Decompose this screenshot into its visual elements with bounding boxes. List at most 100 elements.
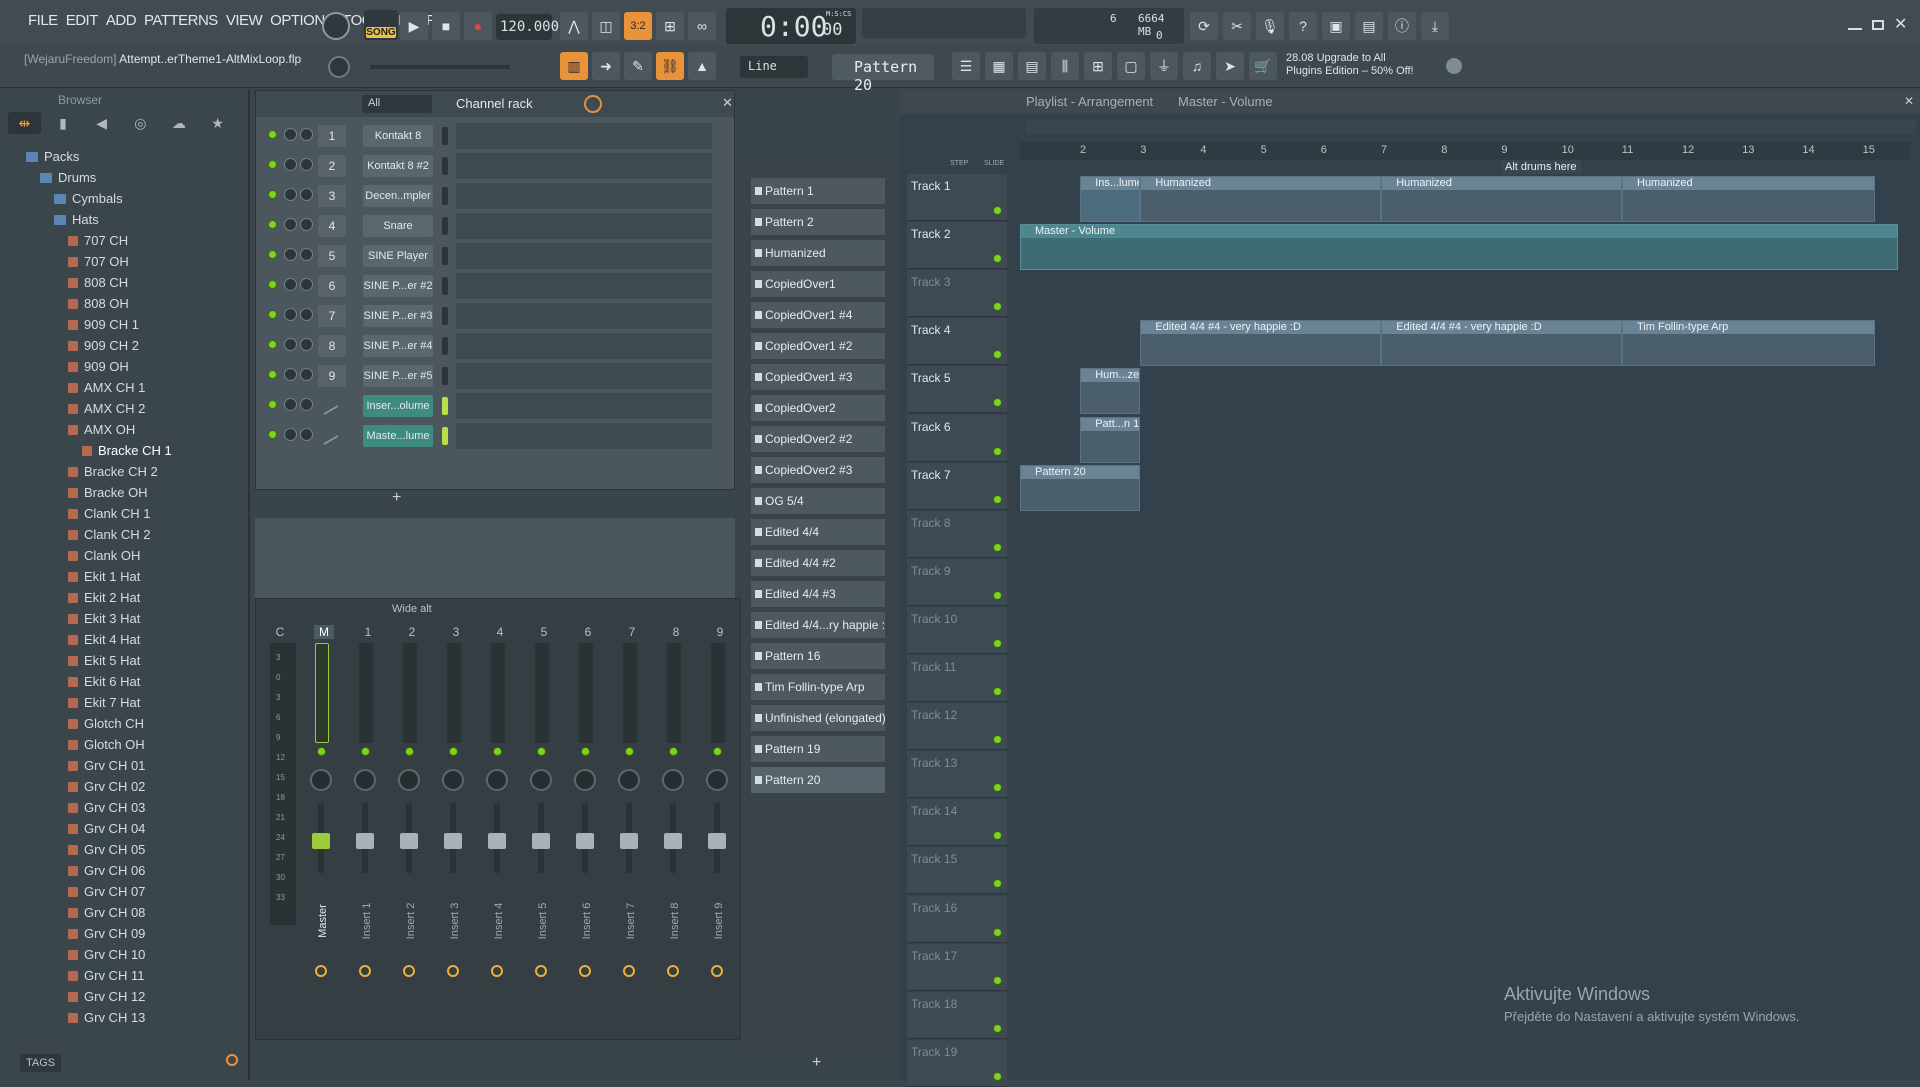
channel-mixer-track[interactable]: 9: [318, 365, 346, 387]
menu-add[interactable]: ADD: [106, 12, 137, 29]
track-header[interactable]: Track 15: [907, 847, 1007, 895]
browser-file[interactable]: AMX CH 2: [68, 398, 145, 419]
browser-file[interactable]: Ekit 5 Hat: [68, 650, 140, 671]
track-header[interactable]: Track 8: [907, 510, 1007, 558]
pattern-item[interactable]: CopiedOver2 #2: [751, 426, 885, 452]
browser-file[interactable]: Glotch CH: [68, 713, 144, 734]
browser-file[interactable]: Grv CH 13: [68, 1007, 145, 1028]
browser-file[interactable]: Clank OH: [68, 545, 140, 566]
browser-file[interactable]: Ekit 6 Hat: [68, 671, 140, 692]
channel-step-area[interactable]: [456, 333, 712, 359]
swing-knob[interactable]: [584, 95, 602, 113]
browser-file[interactable]: 909 OH: [68, 356, 129, 377]
mixer-pan-knob[interactable]: [706, 769, 728, 791]
pattern-item[interactable]: Edited 4/4 #2: [751, 550, 885, 576]
channel-select-indicator[interactable]: [442, 337, 448, 355]
pencil-icon[interactable]: ✎: [624, 52, 652, 80]
channel-name-button[interactable]: Maste...lume: [363, 425, 433, 447]
track-header[interactable]: Track 16: [907, 895, 1007, 943]
track-mute-led[interactable]: [993, 350, 1002, 360]
track-mute-led[interactable]: [993, 638, 1002, 648]
browser-file[interactable]: Ekit 2 Hat: [68, 587, 140, 608]
channel-volume-knob[interactable]: [300, 428, 313, 441]
channel-filter-select[interactable]: All: [362, 95, 432, 113]
slide-label[interactable]: SLIDE: [984, 160, 1004, 167]
browser-file[interactable]: Ekit 7 Hat: [68, 692, 140, 713]
timeline-ruler[interactable]: 2 3 4 5 6 7 8 9 10 11 12 13 14 15: [1020, 142, 1910, 160]
track-mute-led[interactable]: [993, 254, 1002, 264]
browser-file[interactable]: Bracke CH 2: [68, 461, 158, 482]
track-header[interactable]: Track 14: [907, 799, 1007, 847]
pattern-item[interactable]: CopiedOver1: [751, 271, 885, 297]
master-dial-icon[interactable]: [322, 12, 350, 40]
favorites-tab-icon[interactable]: ★: [201, 112, 234, 134]
browser-file[interactable]: Glotch OH: [68, 734, 145, 755]
plugins-tab-icon[interactable]: ◎: [124, 112, 157, 134]
channel-mixer-track[interactable]: 2: [318, 155, 346, 177]
mixer-route-icon[interactable]: [403, 965, 415, 977]
track-header[interactable]: Track 1: [907, 174, 1007, 221]
globe-icon[interactable]: [1446, 58, 1462, 74]
channel-select-indicator[interactable]: [442, 277, 448, 295]
mixer-fader-handle[interactable]: [356, 833, 374, 849]
metronome-icon[interactable]: ⋀: [560, 12, 588, 40]
channel-pan-knob[interactable]: [284, 158, 297, 171]
mixer-pan-knob[interactable]: [662, 769, 684, 791]
track-header[interactable]: Track 2: [907, 222, 1007, 270]
mixer-insert-track[interactable]: Insert 9: [700, 643, 736, 1023]
mixer-pan-knob[interactable]: [486, 769, 508, 791]
pattern-item[interactable]: Edited 4/4 #3: [751, 581, 885, 607]
channel-step-area[interactable]: [456, 183, 712, 209]
browser-file[interactable]: Grv CH 12: [68, 986, 145, 1007]
mixer-pan-knob[interactable]: [618, 769, 640, 791]
track-mute-led[interactable]: [993, 494, 1002, 504]
channel-mute-led[interactable]: [268, 310, 277, 319]
track-mute-led[interactable]: [993, 927, 1002, 937]
track-mute-led[interactable]: [993, 1071, 1002, 1081]
channel-volume-knob[interactable]: [300, 248, 313, 261]
pattern-item[interactable]: Edited 4/4...ry happie :D: [751, 612, 885, 638]
track-mute-led[interactable]: [993, 398, 1002, 408]
channel-step-area[interactable]: [456, 363, 712, 389]
channel-volume-knob[interactable]: [300, 128, 313, 141]
upgrade-banner[interactable]: 28.08 Upgrade to All Plugins Edition – 5…: [1286, 52, 1442, 82]
browser-folder[interactable]: Hats: [54, 209, 99, 230]
browser-file[interactable]: Grv CH 09: [68, 923, 145, 944]
mixer-track-led[interactable]: [537, 747, 546, 756]
arrow-icon[interactable]: ➜: [592, 52, 620, 80]
mixer-track-led[interactable]: [317, 747, 326, 756]
channel-name-button[interactable]: Snare: [363, 215, 433, 237]
mixer-track-led[interactable]: [449, 747, 458, 756]
channel-pan-knob[interactable]: [284, 398, 297, 411]
channel-select-indicator[interactable]: [442, 397, 448, 415]
mixer-header-M[interactable]: M: [314, 625, 334, 639]
minimize-icon[interactable]: [1848, 28, 1862, 30]
mixer-header-3[interactable]: 3: [446, 625, 466, 639]
loop-record-icon[interactable]: ∞: [688, 12, 716, 40]
channel-name-button[interactable]: SINE P...er #3: [363, 305, 433, 327]
restore-icon[interactable]: [1872, 20, 1884, 30]
browser-file[interactable]: Grv CH 01: [68, 755, 145, 776]
mixer-fader-handle[interactable]: [620, 833, 638, 849]
mixer-fader-handle[interactable]: [708, 833, 726, 849]
pattern-item[interactable]: CopiedOver1 #2: [751, 333, 885, 359]
channel-rack-close-icon[interactable]: ✕: [722, 95, 733, 111]
mixer-insert-track[interactable]: Insert 3: [436, 643, 472, 1023]
track-mute-led[interactable]: [993, 687, 1002, 696]
channel-mixer-track[interactable]: 6: [318, 275, 346, 297]
arrangement-marker[interactable]: Alt drums here: [1501, 160, 1581, 174]
channel-pan-knob[interactable]: [284, 278, 297, 291]
channel-row[interactable]: 1 Kontakt 8: [256, 123, 726, 149]
save-icon[interactable]: ▣: [1322, 12, 1350, 40]
track-mute-led[interactable]: [993, 879, 1002, 889]
browser-file[interactable]: 909 CH 1: [68, 314, 139, 335]
channel-select-indicator[interactable]: [442, 187, 448, 205]
track-header[interactable]: Track 18: [907, 991, 1007, 1039]
channel-select-indicator[interactable]: [442, 127, 448, 145]
mixer-header-9[interactable]: 9: [710, 625, 730, 639]
record-button[interactable]: ●: [464, 12, 492, 40]
countdown-icon[interactable]: 3:2: [624, 12, 652, 40]
browser-file[interactable]: Clank CH 1: [68, 503, 150, 524]
channel-select-indicator[interactable]: [442, 157, 448, 175]
mixer-route-icon[interactable]: [535, 965, 547, 977]
